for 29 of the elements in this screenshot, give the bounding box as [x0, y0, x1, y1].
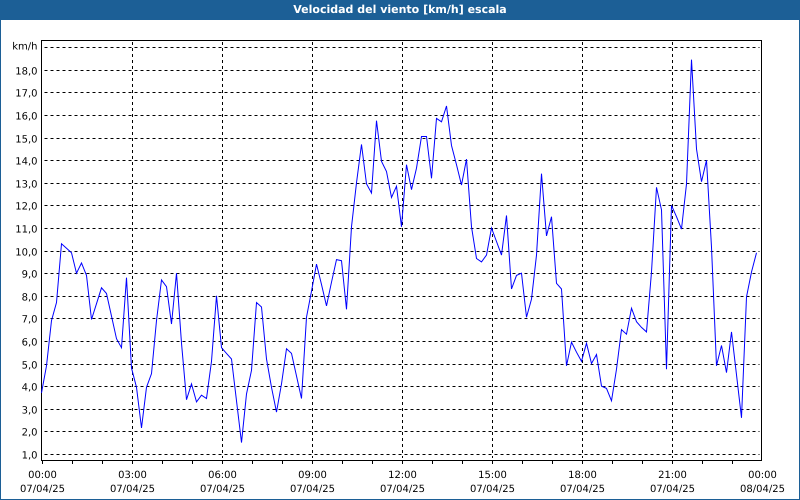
x-tick-label: 00:00 08/04/25 [740, 470, 785, 495]
y-tick-label: 13,0 [15, 180, 38, 190]
window-title: Velocidad del viento [km/h] escala [1, 0, 799, 20]
y-tick-label: 11,0 [15, 224, 38, 236]
x-tick-label: 12:00 07/04/25 [380, 470, 425, 495]
y-tick-label: 9,0 [22, 270, 38, 280]
y-tick-label: 3,0 [22, 406, 38, 416]
x-tick-label: 00:00 07/04/25 [20, 470, 65, 495]
x-tick-label: 06:00 07/04/25 [200, 470, 245, 495]
y-tick-label: 4,0 [22, 382, 38, 394]
y-axis-label: km/h [12, 42, 38, 52]
x-tick-label: 15:00 07/04/25 [470, 470, 515, 495]
x-tick-label: 21:00 07/04/25 [650, 470, 695, 495]
y-tick-label: 10,0 [15, 248, 38, 258]
y-tick-label: 6,0 [22, 338, 38, 348]
y-tick-label: 18,0 [15, 66, 38, 78]
y-tick-label: 15,0 [15, 134, 38, 146]
x-tick-label: 03:00 07/04/25 [110, 470, 155, 495]
y-tick-label: 2,0 [22, 428, 38, 438]
x-tick-label: 18:00 07/04/25 [560, 470, 605, 495]
y-tick-label: 14,0 [15, 156, 38, 168]
y-tick-label: 5,0 [22, 360, 38, 372]
y-tick-label: 8,0 [22, 292, 38, 304]
y-tick-label: 7,0 [22, 314, 38, 326]
y-tick-label: 16,0 [15, 112, 38, 122]
y-tick-label: 12,0 [15, 202, 38, 212]
y-tick-label: 1,0 [22, 450, 38, 462]
y-tick-label: 17,0 [15, 88, 38, 100]
x-tick-label: 09:00 07/04/25 [290, 470, 335, 495]
